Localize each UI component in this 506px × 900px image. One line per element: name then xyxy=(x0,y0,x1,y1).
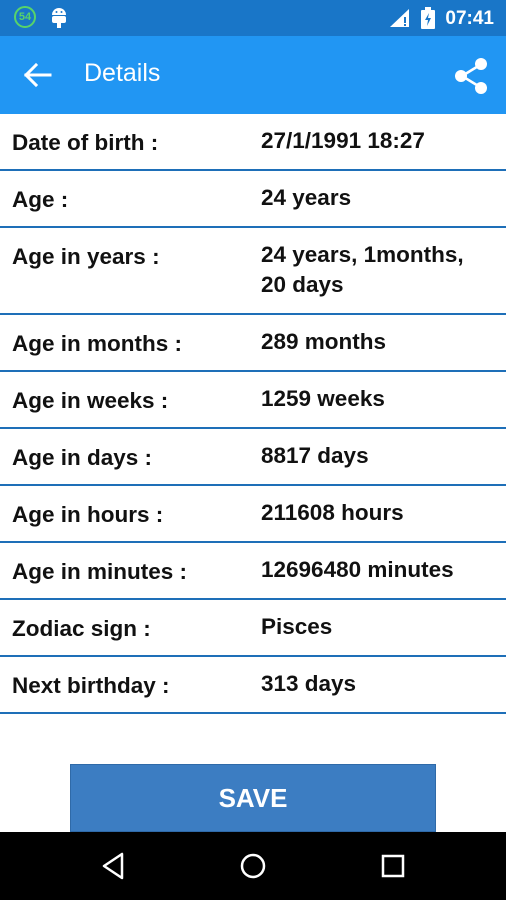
detail-value: 24 years xyxy=(261,185,352,210)
detail-row-age-in-days: Age in days : 8817 days xyxy=(0,429,506,486)
navigation-bar xyxy=(0,832,506,900)
detail-row-age-in-hours: Age in hours : 211608 hours xyxy=(0,486,506,543)
status-clock: 07:41 xyxy=(445,8,494,29)
back-triangle-icon xyxy=(102,852,124,880)
detail-label: Age in minutes : xyxy=(12,559,188,584)
detail-label: Age : xyxy=(12,187,69,212)
battery-icon xyxy=(421,7,435,29)
signal-icon xyxy=(390,9,409,27)
detail-label: Age in months : xyxy=(12,331,182,356)
status-bar: 54 07:41 xyxy=(0,0,506,36)
save-button[interactable]: SAVE xyxy=(70,764,436,832)
back-arrow-icon xyxy=(23,62,52,88)
detail-label: Next birthday : xyxy=(12,673,170,698)
home-circle-icon xyxy=(240,853,266,879)
android-icon xyxy=(52,8,66,28)
detail-value: 12696480 minutes xyxy=(261,557,454,582)
detail-row-age-in-minutes: Age in minutes : 12696480 minutes xyxy=(0,543,506,600)
detail-value: 313 days xyxy=(261,671,357,696)
detail-row-age-in-years: Age in years : 24 years, 1months, 20 day… xyxy=(0,228,506,315)
back-button[interactable] xyxy=(20,58,58,92)
detail-row-date-of-birth: Date of birth : 27/1/1991 18:27 xyxy=(0,114,506,171)
nav-back-button[interactable] xyxy=(96,848,132,884)
detail-value: 211608 hours xyxy=(261,500,404,525)
share-button[interactable] xyxy=(450,56,492,96)
detail-row-age-in-weeks: Age in weeks : 1259 weeks xyxy=(0,372,506,429)
nav-recents-button[interactable] xyxy=(375,848,411,884)
detail-label: Age in hours : xyxy=(12,502,164,527)
page-title: Details xyxy=(84,59,161,87)
share-icon xyxy=(455,58,487,94)
detail-value: 1259 weeks xyxy=(261,386,385,411)
detail-row-next-birthday: Next birthday : 313 days xyxy=(0,657,506,714)
detail-value: 27/1/1991 18:27 xyxy=(261,128,425,153)
recents-square-icon xyxy=(381,854,405,878)
detail-label: Age in days : xyxy=(12,445,153,470)
detail-label: Age in weeks : xyxy=(12,388,169,413)
detail-row-age-in-months: Age in months : 289 months xyxy=(0,315,506,372)
detail-label: Age in years : xyxy=(12,244,160,269)
detail-value: Pisces xyxy=(261,614,333,639)
detail-value: 24 years, 1months, 20 days xyxy=(261,242,464,297)
detail-row-age: Age : 24 years xyxy=(0,171,506,228)
notification-badge-icon: 54 xyxy=(14,6,36,28)
detail-value: 8817 days xyxy=(261,443,369,468)
details-list: Date of birth : 27/1/1991 18:27 Age : 24… xyxy=(0,114,506,714)
detail-row-zodiac-sign: Zodiac sign : Pisces xyxy=(0,600,506,657)
app-bar: Details xyxy=(0,36,506,114)
detail-value: 289 months xyxy=(261,329,387,354)
detail-label: Date of birth : xyxy=(12,130,159,155)
nav-home-button[interactable] xyxy=(235,848,271,884)
detail-label: Zodiac sign : xyxy=(12,616,151,641)
